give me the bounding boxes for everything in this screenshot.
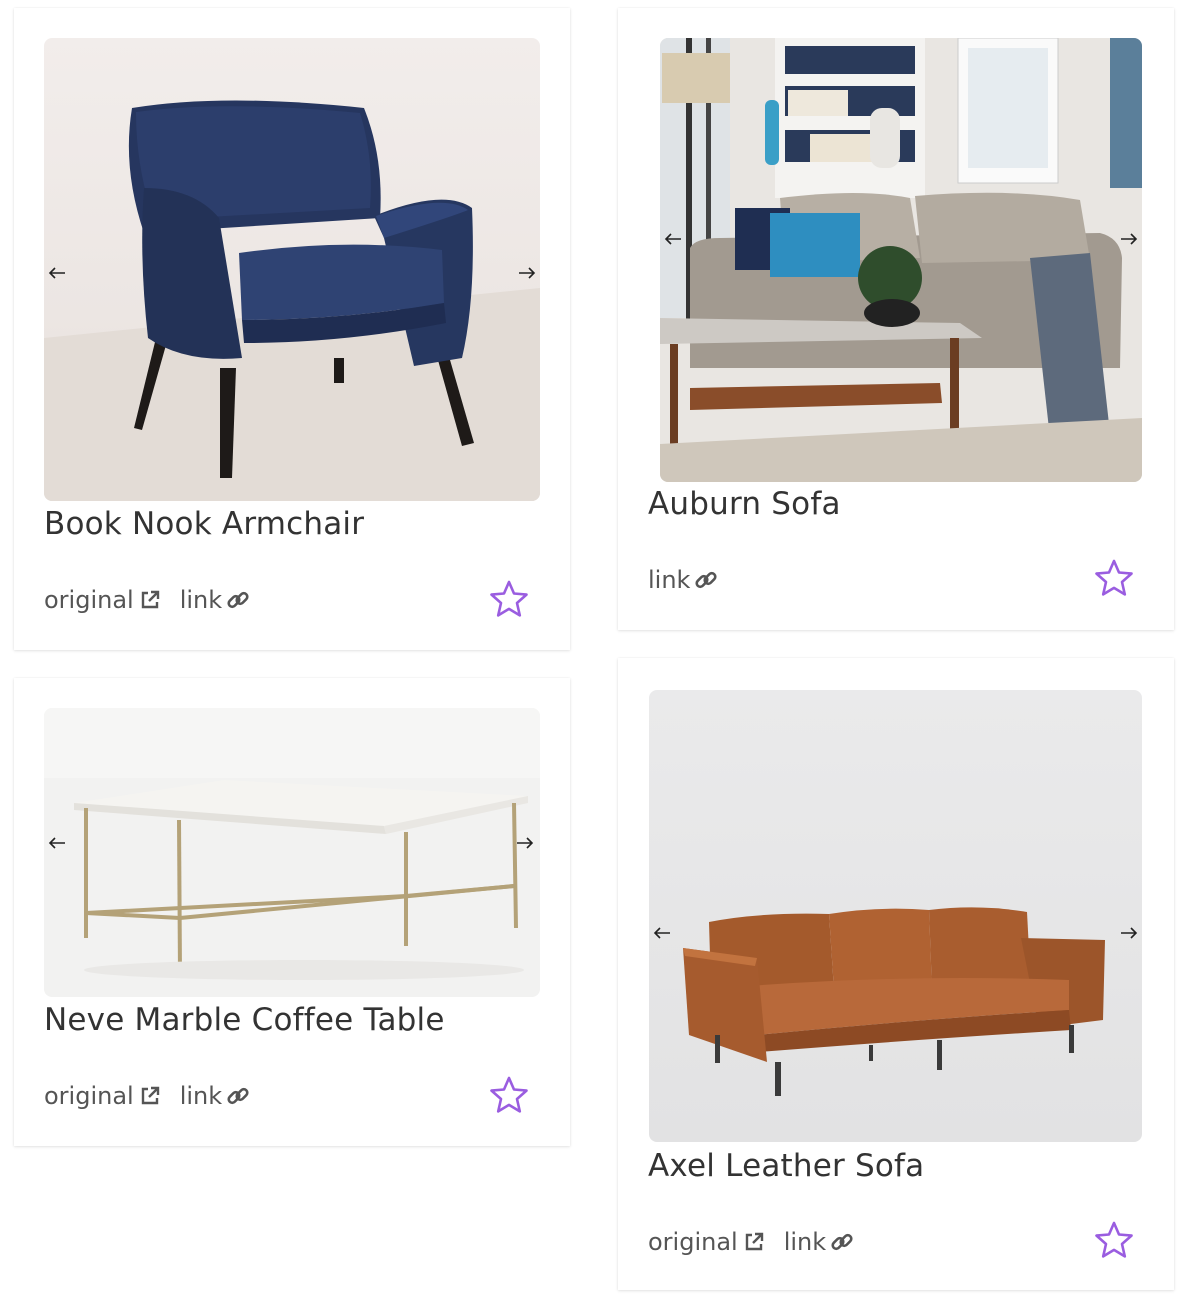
product-title: Axel Leather Sofa: [648, 1148, 925, 1184]
product-image: [44, 38, 540, 501]
chain-link-icon: [830, 1230, 854, 1254]
product-link[interactable]: link: [180, 1082, 250, 1110]
next-image-button[interactable]: [1116, 920, 1142, 946]
prev-image-button[interactable]: [44, 260, 70, 286]
product-links: original link: [648, 1228, 872, 1256]
chain-link-icon: [694, 568, 718, 592]
product-image: [660, 38, 1142, 482]
favorite-star-icon[interactable]: [489, 579, 529, 619]
next-image-button[interactable]: [512, 830, 538, 856]
product-links: original link: [44, 1082, 268, 1110]
product-link[interactable]: link: [648, 566, 718, 594]
favorite-star-icon[interactable]: [1094, 1220, 1134, 1260]
external-link-icon: [742, 1230, 766, 1254]
product-links: original link: [44, 586, 268, 614]
prev-image-button[interactable]: [649, 920, 675, 946]
favorite-star-icon[interactable]: [1094, 558, 1134, 598]
product-link[interactable]: link: [784, 1228, 854, 1256]
favorite-star-icon[interactable]: [489, 1075, 529, 1115]
next-image-button[interactable]: [1116, 226, 1142, 252]
arrow-right-icon: [519, 267, 536, 279]
product-links: link: [648, 566, 736, 594]
link-label: link: [648, 566, 691, 594]
arrow-right-icon: [1121, 927, 1138, 939]
prev-image-button[interactable]: [44, 830, 70, 856]
original-link[interactable]: original: [44, 1082, 162, 1110]
product-card: Book Nook Armchair original link: [14, 8, 570, 650]
original-link[interactable]: original: [648, 1228, 766, 1256]
arrow-left-icon: [48, 267, 65, 279]
arrow-right-icon: [1121, 233, 1138, 245]
external-link-icon: [138, 588, 162, 612]
product-link[interactable]: link: [180, 586, 250, 614]
product-card: Neve Marble Coffee Table original link: [14, 678, 570, 1146]
link-label: link: [179, 1082, 223, 1110]
product-image: [44, 708, 540, 997]
arrow-right-icon: [517, 837, 534, 849]
product-title: Neve Marble Coffee Table: [44, 1002, 445, 1038]
next-image-button[interactable]: [514, 260, 540, 286]
arrow-left-icon: [653, 927, 670, 939]
product-image: [649, 690, 1142, 1142]
original-link-label: original: [648, 1228, 738, 1256]
link-label: link: [783, 1228, 827, 1256]
original-link[interactable]: original: [44, 586, 162, 614]
product-title: Auburn Sofa: [648, 486, 841, 522]
chain-link-icon: [226, 588, 250, 612]
arrow-left-icon: [664, 233, 681, 245]
arrow-left-icon: [48, 837, 65, 849]
product-card: Auburn Sofa link: [618, 8, 1174, 630]
prev-image-button[interactable]: [660, 226, 686, 252]
product-card: Axel Leather Sofa original link: [618, 658, 1174, 1290]
original-link-label: original: [44, 586, 134, 614]
link-label: link: [179, 586, 223, 614]
original-link-label: original: [44, 1082, 134, 1110]
external-link-icon: [138, 1084, 162, 1108]
chain-link-icon: [226, 1084, 250, 1108]
product-title: Book Nook Armchair: [44, 506, 365, 542]
